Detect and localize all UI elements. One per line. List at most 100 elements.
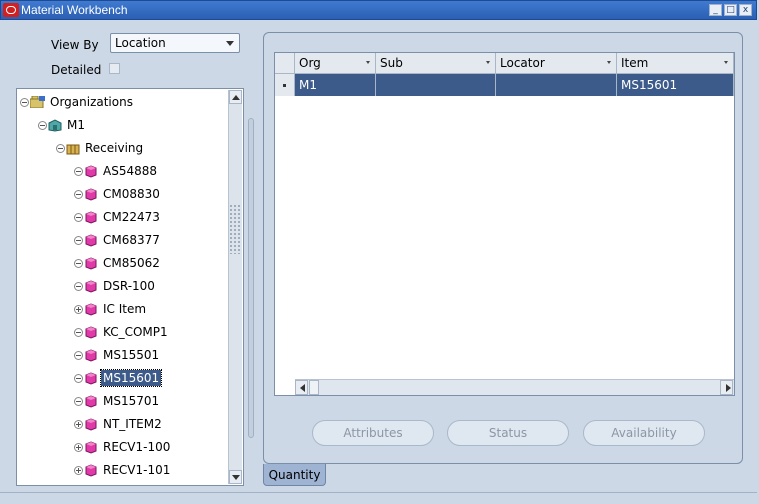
folder-open-icon bbox=[30, 96, 45, 108]
collapse-icon[interactable] bbox=[74, 235, 83, 245]
tree-item-label: CM85062 bbox=[103, 256, 160, 270]
scrollbar-track[interactable] bbox=[229, 104, 242, 470]
item-cube-icon bbox=[85, 233, 97, 247]
window-title: Material Workbench bbox=[21, 3, 128, 17]
collapse-icon[interactable] bbox=[74, 258, 83, 268]
tree-item-ms15701[interactable]: MS15701 bbox=[74, 391, 161, 411]
window-bottom-border bbox=[0, 492, 757, 493]
collapse-icon[interactable] bbox=[56, 143, 65, 153]
arrow-up-icon bbox=[232, 95, 240, 100]
tree-item-label: CM22473 bbox=[103, 210, 160, 224]
tree-item-dsr-100[interactable]: DSR-100 bbox=[74, 276, 157, 296]
view-by-select[interactable]: Location bbox=[110, 33, 240, 53]
tree-node-root[interactable]: Organizations bbox=[20, 92, 135, 112]
maximize-icon[interactable]: □ bbox=[724, 4, 737, 16]
collapse-icon[interactable] bbox=[74, 327, 83, 337]
view-by-value: Location bbox=[115, 36, 166, 50]
tree-label-subinventory: Receiving bbox=[85, 141, 144, 155]
tree-item-label: RECV1-101 bbox=[103, 463, 171, 477]
scrollbar-thumb[interactable] bbox=[229, 204, 241, 254]
column-header-locator[interactable]: Locator bbox=[496, 53, 617, 74]
status-button[interactable]: Status bbox=[447, 420, 569, 446]
cell-item[interactable]: MS15601 bbox=[617, 74, 734, 96]
attributes-button[interactable]: Attributes bbox=[312, 420, 434, 446]
tree-item-recv1-100[interactable]: RECV1-100 bbox=[74, 437, 172, 457]
tree-item-cm85062[interactable]: CM85062 bbox=[74, 253, 162, 273]
tree-item-cm68377[interactable]: CM68377 bbox=[74, 230, 162, 250]
collapse-icon[interactable] bbox=[74, 350, 83, 360]
grid-horizontal-scrollbar[interactable] bbox=[295, 379, 734, 395]
table-row[interactable]: M1 MS15601 bbox=[275, 74, 734, 96]
tree-item-label: CM68377 bbox=[103, 233, 160, 247]
tree-item-ms15601[interactable]: MS15601 bbox=[74, 368, 163, 388]
tree-item-label: AS54888 bbox=[103, 164, 157, 178]
collapse-icon[interactable] bbox=[74, 396, 83, 406]
item-cube-icon bbox=[85, 187, 97, 201]
collapse-icon[interactable] bbox=[74, 166, 83, 176]
cell-org[interactable]: M1 bbox=[295, 74, 376, 96]
scroll-down-button[interactable] bbox=[229, 470, 242, 484]
column-header-sub[interactable]: Sub bbox=[376, 53, 496, 74]
tree-node-org[interactable]: M1 bbox=[38, 115, 87, 135]
arrow-down-icon bbox=[232, 475, 240, 480]
scroll-up-button[interactable] bbox=[229, 90, 242, 104]
organization-tree[interactable]: Organizations M1 Receiving AS54888 CM088… bbox=[16, 88, 244, 486]
view-by-label: View By bbox=[51, 38, 99, 52]
tree-item-as54888[interactable]: AS54888 bbox=[74, 161, 159, 181]
tree-item-ic-item[interactable]: IC Item bbox=[74, 299, 148, 319]
tree-item-kc-comp1[interactable]: KC_COMP1 bbox=[74, 322, 170, 342]
item-cube-icon bbox=[85, 440, 97, 454]
panel-splitter[interactable] bbox=[248, 118, 254, 438]
item-cube-icon bbox=[85, 463, 97, 477]
tree-item-nt-item2[interactable]: NT_ITEM2 bbox=[74, 414, 164, 434]
tree-vertical-scrollbar[interactable] bbox=[228, 90, 242, 484]
item-cube-icon bbox=[85, 164, 97, 178]
arrow-right-icon bbox=[726, 384, 731, 392]
tree-item-label: KC_COMP1 bbox=[103, 325, 168, 339]
expand-icon[interactable] bbox=[74, 465, 83, 475]
cell-locator[interactable] bbox=[496, 74, 617, 96]
expand-icon[interactable] bbox=[74, 304, 83, 314]
expand-icon[interactable] bbox=[74, 419, 83, 429]
onhand-grid: Org Sub Locator Item M1 MS15601 bbox=[274, 52, 735, 396]
tree-item-label: IC Item bbox=[103, 302, 147, 316]
tree-item-label: MS15701 bbox=[103, 394, 160, 408]
item-cube-icon bbox=[85, 302, 97, 316]
detailed-checkbox[interactable] bbox=[109, 63, 120, 74]
tree-item-cm22473[interactable]: CM22473 bbox=[74, 207, 162, 227]
availability-button[interactable]: Availability bbox=[583, 420, 705, 446]
collapse-icon[interactable] bbox=[74, 189, 83, 199]
row-indicator-icon[interactable] bbox=[275, 74, 295, 96]
column-header-org[interactable]: Org bbox=[295, 53, 376, 74]
detailed-label: Detailed bbox=[51, 63, 102, 77]
tree-item-label-selected: MS15601 bbox=[99, 369, 163, 387]
organization-icon bbox=[48, 118, 62, 132]
subinventory-icon bbox=[66, 144, 80, 154]
item-cube-icon bbox=[85, 417, 97, 431]
tree-item-ms15501[interactable]: MS15501 bbox=[74, 345, 161, 365]
collapse-icon[interactable] bbox=[74, 212, 83, 222]
collapse-icon[interactable] bbox=[38, 120, 47, 130]
item-cube-icon bbox=[85, 279, 97, 293]
tree-node-subinventory[interactable]: Receiving bbox=[56, 138, 145, 158]
cell-sub[interactable] bbox=[376, 74, 496, 96]
scroll-right-button[interactable] bbox=[720, 380, 733, 395]
tree-item-cm08830[interactable]: CM08830 bbox=[74, 184, 162, 204]
item-cube-icon bbox=[85, 348, 97, 362]
scrollbar-thumb[interactable] bbox=[309, 380, 319, 395]
tree-item-recv1-101[interactable]: RECV1-101 bbox=[74, 460, 172, 480]
item-cube-icon bbox=[85, 256, 97, 270]
collapse-icon[interactable] bbox=[20, 97, 29, 107]
minimize-icon[interactable]: _ bbox=[709, 4, 722, 16]
collapse-icon[interactable] bbox=[74, 281, 83, 291]
close-icon[interactable]: x bbox=[739, 4, 752, 16]
collapse-icon[interactable] bbox=[74, 373, 83, 383]
sort-icon bbox=[607, 61, 611, 64]
scroll-left-button[interactable] bbox=[295, 380, 308, 395]
oracle-logo-icon bbox=[3, 3, 19, 17]
column-header-item[interactable]: Item bbox=[617, 53, 734, 74]
expand-icon[interactable] bbox=[74, 442, 83, 452]
column-header-label: Org bbox=[299, 56, 321, 70]
tab-quantity[interactable]: Quantity bbox=[263, 464, 326, 486]
column-header-label: Item bbox=[621, 56, 649, 70]
